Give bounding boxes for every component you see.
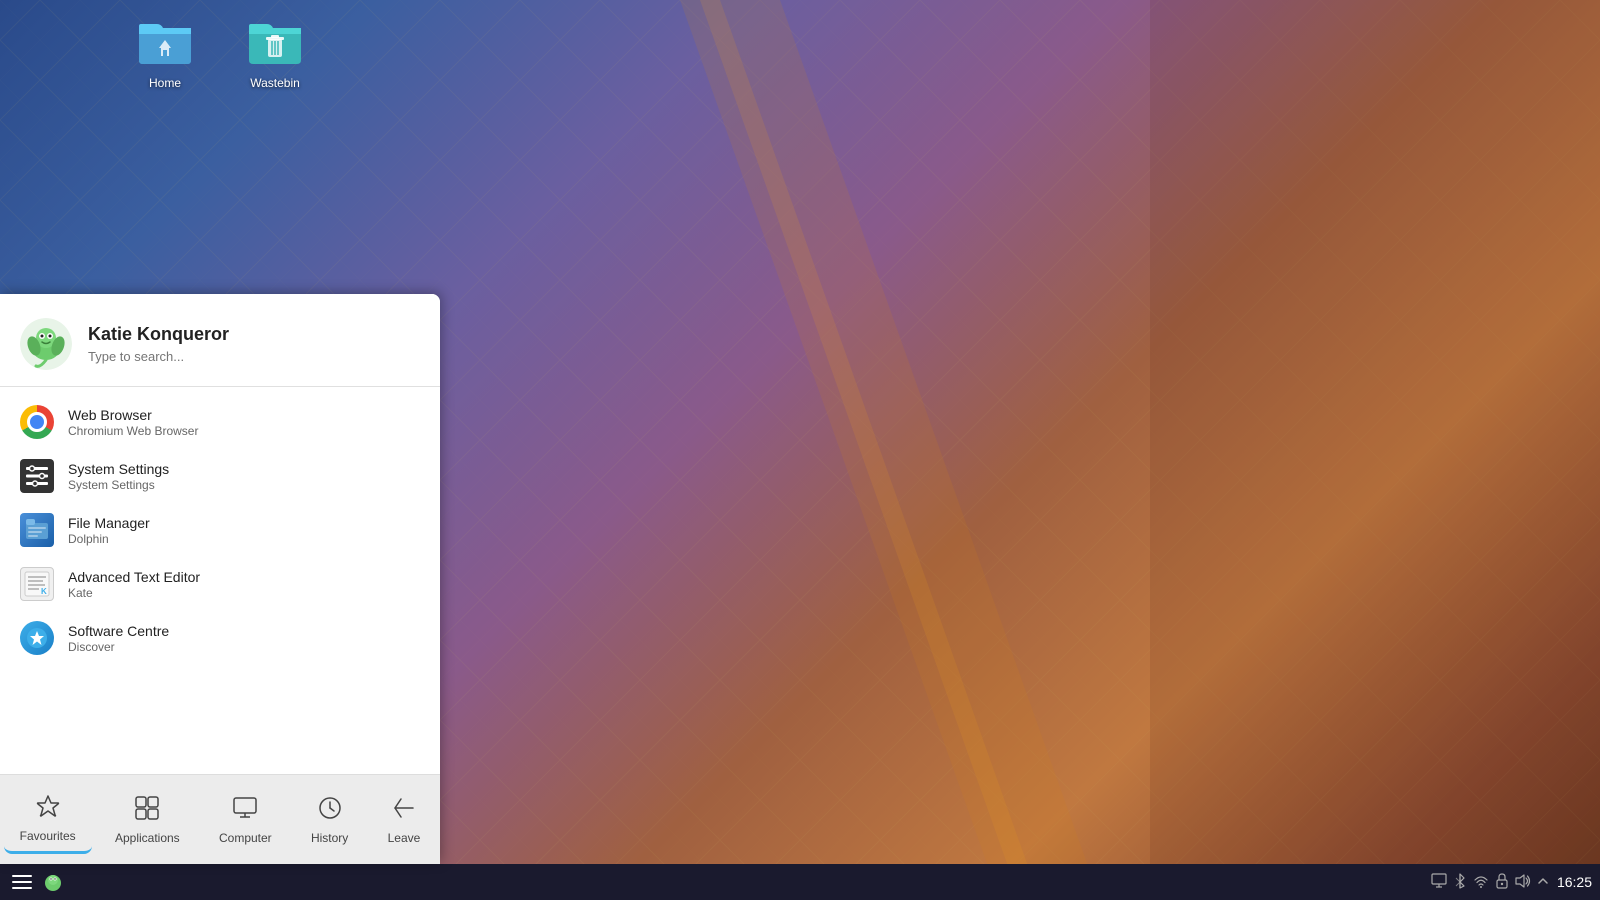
launcher-username: Katie Konqueror	[88, 324, 264, 345]
app-info-file-manager: File Manager Dolphin	[68, 515, 150, 546]
launcher-avatar	[20, 318, 72, 370]
launcher-header: Katie Konqueror	[0, 294, 440, 387]
nav-label-computer: Computer	[219, 831, 272, 845]
launcher-user-info: Katie Konqueror	[88, 324, 264, 364]
launcher-nav: Favourites Applications C	[0, 774, 440, 864]
kde-menu-button[interactable]	[8, 868, 36, 896]
app-item-software-centre[interactable]: Software Centre Discover	[0, 611, 440, 665]
app-launcher: Katie Konqueror Web Browser Chromium Web…	[0, 294, 440, 864]
app-item-text-editor[interactable]: K Advanced Text Editor Kate	[0, 557, 440, 611]
leave-icon	[391, 795, 417, 827]
app-item-web-browser[interactable]: Web Browser Chromium Web Browser	[0, 395, 440, 449]
settings-icon	[20, 459, 54, 493]
app-desc-file-manager: Dolphin	[68, 532, 150, 546]
favourites-icon	[35, 793, 61, 825]
desktop-icon-home[interactable]: Home	[120, 10, 210, 98]
app-info-text-editor: Advanced Text Editor Kate	[68, 569, 200, 600]
desktop-icon-wastebin[interactable]: Wastebin	[230, 10, 320, 98]
tray-area	[1431, 873, 1549, 892]
app-desc-web-browser: Chromium Web Browser	[68, 424, 198, 438]
nav-label-leave: Leave	[388, 831, 421, 845]
app-info-web-browser: Web Browser Chromium Web Browser	[68, 407, 198, 438]
launcher-search-input[interactable]	[88, 349, 264, 364]
nav-label-history: History	[311, 831, 348, 845]
applications-icon	[134, 795, 160, 827]
launcher-apps-list: Web Browser Chromium Web Browser System …	[0, 387, 440, 774]
nav-item-leave[interactable]: Leave	[372, 787, 437, 853]
tray-bluetooth-icon[interactable]	[1453, 873, 1467, 892]
taskbar: 16:25	[0, 864, 1600, 900]
app-info-software-centre: Software Centre Discover	[68, 623, 169, 654]
dolphin-icon	[20, 513, 54, 547]
tray-monitor-icon[interactable]	[1431, 873, 1447, 892]
home-folder-icon	[139, 18, 191, 70]
computer-icon	[232, 795, 258, 827]
discover-icon	[20, 621, 54, 655]
app-desc-text-editor: Kate	[68, 586, 200, 600]
app-info-system-settings: System Settings System Settings	[68, 461, 169, 492]
app-item-system-settings[interactable]: System Settings System Settings	[0, 449, 440, 503]
svg-text:K: K	[41, 587, 47, 596]
nav-item-favourites[interactable]: Favourites	[4, 785, 92, 854]
taskbar-kde-icon[interactable]	[40, 869, 66, 895]
chromium-icon	[20, 405, 54, 439]
taskbar-right: 16:25	[1431, 873, 1592, 892]
tray-expand-icon[interactable]	[1537, 874, 1549, 890]
app-item-file-manager[interactable]: File Manager Dolphin	[0, 503, 440, 557]
nav-label-applications: Applications	[115, 831, 180, 845]
app-name-web-browser: Web Browser	[68, 407, 198, 423]
taskbar-left	[8, 868, 66, 896]
nav-item-computer[interactable]: Computer	[203, 787, 288, 853]
home-icon-label: Home	[149, 76, 181, 90]
wastebin-folder-icon	[249, 18, 301, 70]
app-name-system-settings: System Settings	[68, 461, 169, 477]
kate-icon: K	[20, 567, 54, 601]
wastebin-icon-label: Wastebin	[250, 76, 300, 90]
tray-lock-icon[interactable]	[1495, 873, 1509, 892]
nav-item-applications[interactable]: Applications	[99, 787, 196, 853]
nav-item-history[interactable]: History	[295, 787, 364, 853]
nav-label-favourites: Favourites	[20, 829, 76, 843]
app-desc-software-centre: Discover	[68, 640, 169, 654]
app-desc-system-settings: System Settings	[68, 478, 169, 492]
tray-wifi-icon[interactable]	[1473, 874, 1489, 891]
taskbar-time: 16:25	[1557, 874, 1592, 890]
tray-volume-icon[interactable]	[1515, 874, 1531, 891]
desktop-icons: Home Wastebin	[120, 10, 320, 98]
app-name-software-centre: Software Centre	[68, 623, 169, 639]
app-name-text-editor: Advanced Text Editor	[68, 569, 200, 585]
history-icon	[317, 795, 343, 827]
app-name-file-manager: File Manager	[68, 515, 150, 531]
